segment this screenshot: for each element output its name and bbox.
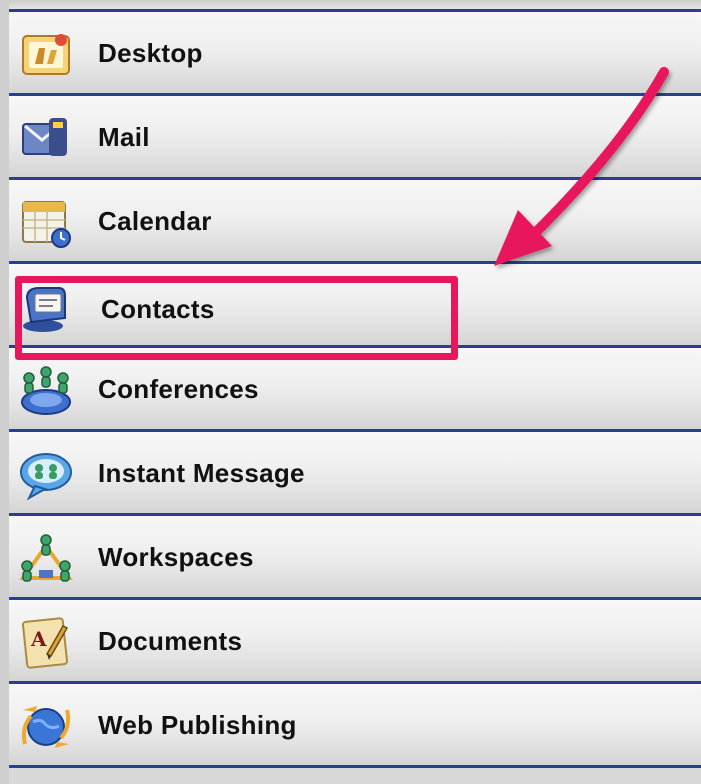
nav-item-label: Instant Message [98, 458, 305, 488]
nav-item-label: Mail [98, 122, 150, 152]
contacts-icon [17, 278, 75, 336]
web-publishing-icon [17, 698, 75, 756]
nav-item-label: Documents [98, 626, 243, 656]
workspaces-icon [17, 530, 75, 588]
nav-item-label: Workspaces [98, 542, 254, 572]
nav-item-mail[interactable]: Mail [9, 96, 701, 180]
nav-item-label: Web Publishing [98, 710, 297, 740]
nav-item-instant-message[interactable]: Instant Message [9, 432, 701, 516]
nav-item-label: Calendar [98, 206, 212, 236]
sidebar-nav: Desktop Mail Calendar Contacts Conferenc… [9, 12, 701, 784]
documents-icon: A [17, 614, 75, 672]
nav-top-border [9, 0, 701, 12]
nav-item-conferences[interactable]: Conferences [9, 348, 701, 432]
nav-item-label: Contacts [101, 294, 215, 324]
nav-item-label: Desktop [98, 38, 203, 68]
nav-item-desktop[interactable]: Desktop [9, 12, 701, 96]
nav-item-label: Conferences [98, 374, 259, 404]
instant-message-icon [17, 446, 75, 504]
nav-item-workspaces[interactable]: Workspaces [9, 516, 701, 600]
nav-item-calendar[interactable]: Calendar [9, 180, 701, 264]
svg-text:A: A [30, 627, 47, 651]
calendar-icon [17, 194, 75, 252]
desktop-icon [17, 26, 75, 84]
nav-item-web-publishing[interactable]: Web Publishing [9, 684, 701, 768]
mail-icon [17, 110, 75, 168]
nav-item-contacts[interactable]: Contacts [9, 264, 701, 348]
nav-item-documents[interactable]: A Documents [9, 600, 701, 684]
conferences-icon [17, 362, 75, 420]
